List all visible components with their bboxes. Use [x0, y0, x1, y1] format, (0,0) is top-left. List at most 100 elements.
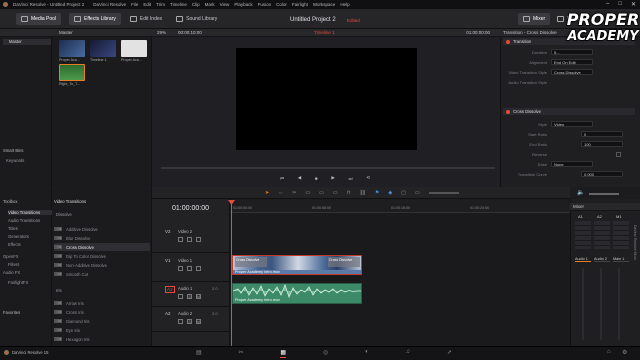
- solo-icon[interactable]: S: [187, 319, 192, 324]
- selection-tool-icon[interactable]: ➤: [265, 190, 269, 196]
- track-id[interactable]: A1: [165, 286, 175, 293]
- menu-item[interactable]: Playback: [234, 2, 252, 7]
- mixer-bus-label[interactable]: Audio 2: [594, 257, 610, 262]
- color-page-icon[interactable]: ◐: [365, 349, 369, 358]
- media-page-icon[interactable]: ▤: [196, 349, 202, 358]
- timeline-thumbnail[interactable]: [90, 40, 116, 57]
- menu-item[interactable]: Fusion: [258, 2, 272, 7]
- effects-tree-item[interactable]: OpenFX: [3, 254, 19, 259]
- sound-library-button[interactable]: Sound Library: [171, 13, 222, 25]
- playhead[interactable]: [231, 200, 232, 346]
- effects-tree-item[interactable]: Video Transitions: [8, 210, 52, 215]
- transition-item[interactable]: Cross Dissolve: [54, 243, 150, 251]
- track-lock-icon[interactable]: [178, 294, 183, 299]
- transition-item[interactable]: Dip To Color Dissolve: [54, 252, 150, 260]
- stop-icon[interactable]: ■: [315, 176, 318, 181]
- fader-area[interactable]: [574, 268, 630, 340]
- mute-icon[interactable]: M: [196, 319, 201, 324]
- menu-item[interactable]: Workspace: [313, 2, 335, 7]
- transition-item[interactable]: Arrow Iris: [54, 299, 150, 307]
- home-icon[interactable]: ⌂: [607, 349, 611, 355]
- transition-item[interactable]: Hexagon Iris: [54, 335, 150, 343]
- clip-thumbnail[interactable]: [121, 40, 147, 57]
- settings-icon[interactable]: ⚙: [622, 349, 627, 356]
- clip-thumbnail[interactable]: [59, 40, 85, 57]
- transition-item[interactable]: Eye Iris: [54, 326, 150, 334]
- transition-block[interactable]: Cross Dissolve: [328, 257, 360, 267]
- enable-dot-icon[interactable]: [506, 109, 510, 114]
- mute-icon[interactable]: M: [196, 294, 201, 299]
- menu-item[interactable]: Help: [340, 2, 349, 7]
- menu-item[interactable]: Fairlight: [292, 2, 308, 7]
- track-enable-icon[interactable]: [196, 237, 201, 242]
- cut-page-icon[interactable]: ✂: [239, 349, 244, 358]
- trim-tool-icon[interactable]: ⇔: [278, 190, 283, 196]
- keywords-item[interactable]: Keywords: [6, 158, 24, 163]
- menu-item[interactable]: Clip: [192, 2, 200, 7]
- menu-item[interactable]: DaVinci Resolve: [93, 2, 126, 7]
- edit-index-button[interactable]: Edit Index: [125, 13, 167, 25]
- fairlight-page-icon[interactable]: ♫: [406, 349, 411, 358]
- mixer-button[interactable]: Mixer: [518, 13, 551, 25]
- menu-item[interactable]: Color: [276, 2, 287, 7]
- menu-item[interactable]: Mark: [205, 2, 215, 7]
- transition-item[interactable]: Diamond Iris: [54, 317, 150, 325]
- track-enable-icon[interactable]: [196, 266, 201, 271]
- track-lock-icon[interactable]: [178, 237, 183, 242]
- fusion-page-icon[interactable]: ◎: [323, 349, 328, 358]
- effects-tree-item[interactable]: Audio Transitions: [8, 218, 40, 223]
- enable-dot-icon[interactable]: [506, 39, 510, 44]
- effects-tree-item[interactable]: Generators: [8, 234, 29, 239]
- marker-icon[interactable]: ◆: [388, 190, 392, 196]
- loop-icon[interactable]: ⟲: [366, 175, 370, 181]
- inspector-field-value[interactable]: 0.000: [581, 171, 623, 177]
- transition-item[interactable]: Blur Dissolve: [54, 234, 150, 242]
- flag-icon[interactable]: ⚑: [375, 190, 379, 196]
- favorites-label[interactable]: Favorites: [3, 310, 20, 315]
- timeline-timecode[interactable]: 01:00:00:00: [172, 205, 209, 212]
- insert-icon[interactable]: ▭: [305, 190, 310, 196]
- track-visibility-icon[interactable]: [187, 266, 192, 271]
- solo-icon[interactable]: S: [187, 294, 192, 299]
- transition-item[interactable]: Smooth Cut: [54, 270, 150, 278]
- link-icon[interactable]: ⛓: [360, 190, 366, 196]
- video-clip[interactable]: Cross Dissolve Cross Dissolve Proper Aca…: [232, 255, 362, 275]
- transition-block[interactable]: Cross Dissolve: [235, 257, 267, 267]
- checkbox[interactable]: [616, 151, 621, 157]
- mixer-bus-label[interactable]: Main 1: [613, 257, 629, 262]
- timeline-name[interactable]: Timeline 1: [314, 30, 335, 35]
- minimize-icon[interactable]: –: [606, 1, 609, 8]
- mixer-channel-strip[interactable]: [613, 221, 629, 249]
- bin-master[interactable]: Master: [3, 39, 51, 45]
- track-id[interactable]: V2: [165, 229, 171, 234]
- inspector-field-value[interactable]: 100: [581, 141, 623, 147]
- mixer-bus-label[interactable]: Audio 1: [575, 257, 591, 262]
- transition-item[interactable]: Cross Iris: [54, 308, 150, 316]
- track-lock-icon[interactable]: [178, 319, 183, 324]
- mixer-channel-strip[interactable]: [594, 221, 610, 249]
- media-pool-button[interactable]: Media Pool: [16, 12, 62, 25]
- inspector-field-value[interactable]: None: [551, 161, 593, 167]
- track-lock-icon[interactable]: [178, 266, 183, 271]
- play-reverse-icon[interactable]: ◀: [298, 175, 301, 181]
- overwrite-icon[interactable]: ▭: [319, 190, 324, 196]
- transition-item[interactable]: Additive Dissolve: [54, 225, 150, 233]
- play-icon[interactable]: ▶: [331, 175, 334, 181]
- audio-clip-thumbnail[interactable]: [59, 64, 85, 81]
- effects-tree-item[interactable]: Titles: [8, 226, 18, 231]
- inspector-field-value[interactable]: 0: [581, 131, 623, 137]
- edit-page-icon[interactable]: ▦: [280, 349, 287, 358]
- zoom-slider[interactable]: [428, 192, 459, 194]
- volume-icon[interactable]: 🔈: [577, 189, 584, 196]
- jump-start-icon[interactable]: ⏮: [280, 176, 284, 181]
- viewer-zoom[interactable]: 29%: [157, 30, 166, 35]
- maximize-icon[interactable]: □: [618, 1, 622, 8]
- track-visibility-icon[interactable]: [187, 237, 192, 242]
- replace-icon[interactable]: ▭: [333, 190, 338, 196]
- volume-slider[interactable]: [589, 193, 619, 195]
- deliver-page-icon[interactable]: ➚: [447, 349, 452, 358]
- menu-item[interactable]: File: [131, 2, 138, 7]
- audio-clip[interactable]: Proper Academy Intro.mov: [232, 283, 362, 304]
- viewer-scrubber[interactable]: [161, 167, 495, 169]
- cross-dissolve-section[interactable]: Cross Dissolve: [503, 108, 635, 115]
